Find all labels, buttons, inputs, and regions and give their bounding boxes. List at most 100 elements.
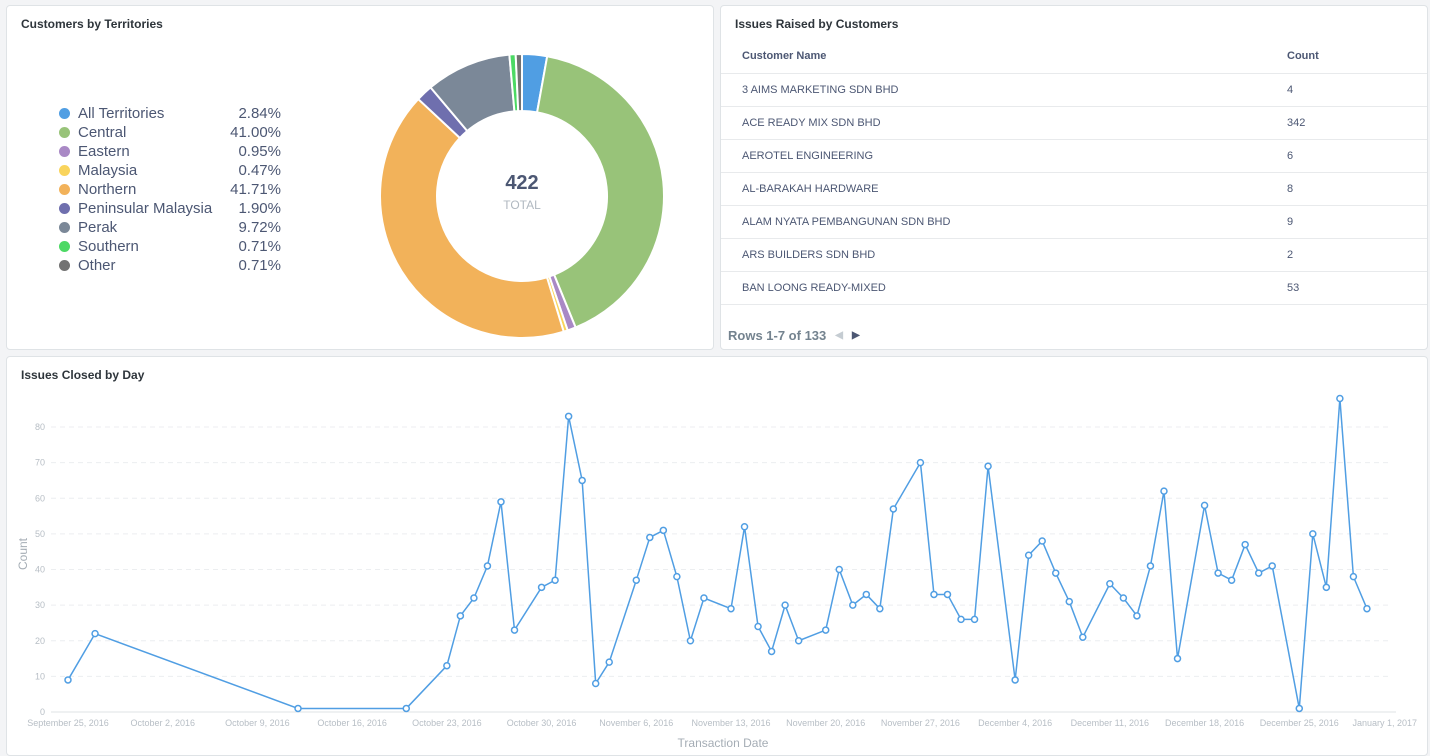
y-tick-label: 30 bbox=[35, 600, 45, 610]
table-row[interactable]: ACE READY MIX SDN BHD 342 bbox=[721, 106, 1427, 140]
x-tick-label: November 13, 2016 bbox=[691, 718, 770, 728]
data-point[interactable] bbox=[578, 476, 586, 485]
data-point[interactable] bbox=[1241, 540, 1249, 549]
data-point[interactable] bbox=[1268, 562, 1276, 570]
data-point[interactable] bbox=[497, 498, 505, 506]
data-point[interactable] bbox=[916, 458, 925, 467]
data-point[interactable] bbox=[849, 601, 857, 609]
chevron-left-icon[interactable]: ◀ bbox=[835, 330, 843, 341]
data-point[interactable] bbox=[1079, 633, 1087, 641]
table-row[interactable]: BAN LOONG READY-MIXED 53 bbox=[721, 271, 1427, 305]
data-point[interactable] bbox=[700, 594, 708, 602]
table-row[interactable]: 3 AIMS MARKETING SDN BHD 4 bbox=[721, 73, 1427, 107]
legend-item[interactable]: Perak 9.72% bbox=[59, 218, 281, 237]
data-point[interactable] bbox=[1227, 576, 1236, 584]
data-point[interactable] bbox=[1200, 501, 1209, 510]
data-point[interactable] bbox=[889, 505, 898, 513]
data-point[interactable] bbox=[781, 601, 789, 609]
data-point[interactable] bbox=[1065, 597, 1074, 606]
y-tick-label: 50 bbox=[35, 529, 45, 539]
data-point[interactable] bbox=[483, 562, 492, 570]
column-header-customer-name[interactable]: Customer Name bbox=[721, 40, 1287, 74]
legend-value: 41.71% bbox=[230, 181, 281, 198]
legend-item[interactable]: Central 41.00% bbox=[59, 123, 281, 142]
legend-item[interactable]: All Territories 2.84% bbox=[59, 104, 281, 123]
data-point[interactable] bbox=[1024, 551, 1033, 559]
data-point[interactable] bbox=[294, 704, 302, 713]
data-point[interactable] bbox=[835, 565, 843, 574]
table-header-row: Customer Name Count bbox=[721, 40, 1427, 74]
data-point[interactable] bbox=[402, 704, 411, 713]
data-point[interactable] bbox=[1349, 572, 1358, 581]
count-cell: 342 bbox=[1287, 106, 1427, 140]
data-point[interactable] bbox=[943, 590, 952, 599]
data-point[interactable] bbox=[456, 612, 465, 620]
data-point[interactable] bbox=[537, 583, 546, 592]
data-point[interactable] bbox=[957, 615, 965, 624]
table-row[interactable]: ALAM NYATA PEMBANGUNAN SDN BHD 9 bbox=[721, 205, 1427, 239]
data-point[interactable] bbox=[591, 679, 600, 688]
data-point[interactable] bbox=[632, 576, 641, 584]
data-point[interactable] bbox=[1254, 569, 1263, 577]
data-point[interactable] bbox=[443, 661, 451, 670]
data-point[interactable] bbox=[821, 626, 830, 634]
data-point[interactable] bbox=[1106, 580, 1114, 588]
x-tick-label: October 23, 2016 bbox=[412, 718, 482, 728]
data-point[interactable] bbox=[876, 604, 884, 613]
legend-item[interactable]: Other 0.71% bbox=[59, 256, 281, 275]
legend-swatch bbox=[59, 241, 70, 252]
data-point[interactable] bbox=[727, 604, 735, 613]
legend-item[interactable]: Northern 41.71% bbox=[59, 180, 281, 199]
data-point[interactable] bbox=[1295, 704, 1304, 713]
card-title[interactable]: Customers by Territories bbox=[21, 17, 163, 31]
data-point[interactable] bbox=[1038, 537, 1046, 545]
data-point[interactable] bbox=[605, 658, 613, 666]
data-point[interactable] bbox=[1146, 562, 1155, 570]
data-point[interactable] bbox=[754, 622, 762, 631]
legend-item[interactable]: Eastern 0.95% bbox=[59, 142, 281, 161]
legend-item[interactable]: Malaysia 0.47% bbox=[59, 161, 281, 180]
data-point[interactable] bbox=[1336, 394, 1344, 403]
legend-item[interactable]: Southern 0.71% bbox=[59, 237, 281, 256]
legend-swatch bbox=[59, 222, 70, 233]
data-point[interactable] bbox=[862, 590, 871, 599]
data-point[interactable] bbox=[1051, 569, 1060, 577]
card-title[interactable]: Issues Raised by Customers bbox=[735, 17, 898, 31]
data-point[interactable] bbox=[740, 523, 749, 531]
data-point[interactable] bbox=[1322, 583, 1331, 592]
data-point[interactable] bbox=[1214, 569, 1222, 577]
legend-label: Central bbox=[78, 124, 127, 141]
table-row[interactable]: ARS BUILDERS SDN BHD 2 bbox=[721, 238, 1427, 272]
data-point[interactable] bbox=[970, 615, 979, 624]
data-point[interactable] bbox=[673, 572, 681, 581]
table-row[interactable]: AEROTEL ENGINEERING 6 bbox=[721, 139, 1427, 173]
chevron-right-icon[interactable]: ▶ bbox=[852, 330, 860, 341]
data-point[interactable] bbox=[1173, 654, 1182, 663]
legend-swatch bbox=[59, 260, 70, 271]
data-point[interactable] bbox=[551, 576, 559, 584]
column-header-count[interactable]: Count bbox=[1287, 40, 1427, 74]
data-point[interactable] bbox=[564, 412, 573, 421]
data-point[interactable] bbox=[64, 676, 72, 684]
pie-slice[interactable] bbox=[379, 97, 565, 339]
data-point[interactable] bbox=[1133, 612, 1141, 620]
table-row[interactable]: AL-BARAKAH HARDWARE 8 bbox=[721, 172, 1427, 206]
customer-name-cell: AL-BARAKAH HARDWARE bbox=[721, 172, 1287, 206]
data-point[interactable] bbox=[646, 533, 654, 542]
data-point[interactable] bbox=[686, 637, 695, 645]
data-point[interactable] bbox=[470, 594, 478, 602]
legend-value: 2.84% bbox=[238, 105, 281, 122]
data-point[interactable] bbox=[794, 637, 803, 645]
data-point[interactable] bbox=[1363, 604, 1371, 613]
data-point[interactable] bbox=[1309, 530, 1317, 538]
data-point[interactable] bbox=[930, 590, 938, 599]
data-point[interactable] bbox=[1011, 676, 1019, 684]
legend-item[interactable]: Peninsular Malaysia 1.90% bbox=[59, 199, 281, 218]
data-point[interactable] bbox=[510, 626, 519, 634]
data-point[interactable] bbox=[1119, 594, 1128, 602]
data-point[interactable] bbox=[91, 629, 99, 638]
data-point[interactable] bbox=[1160, 487, 1168, 495]
data-point[interactable] bbox=[984, 462, 992, 470]
data-point[interactable] bbox=[659, 526, 668, 535]
data-point[interactable] bbox=[767, 647, 776, 656]
